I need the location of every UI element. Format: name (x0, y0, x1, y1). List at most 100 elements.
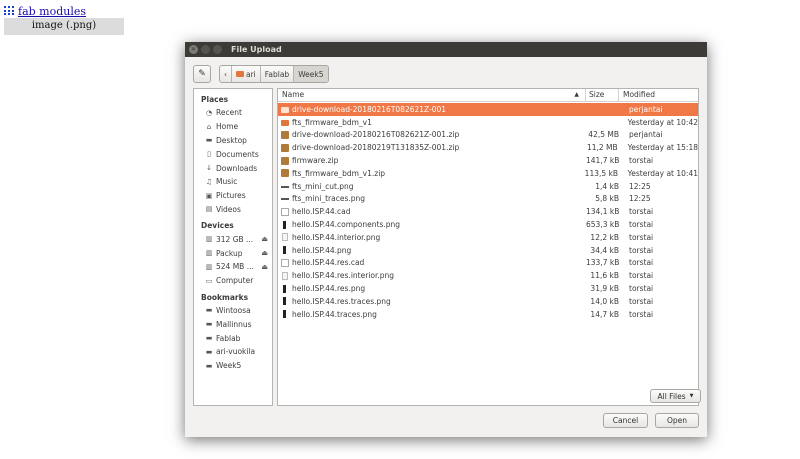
sidebar-item-label: Recent (216, 108, 242, 118)
fab-modules-link-text[interactable]: fab modules (18, 5, 86, 18)
file-row[interactable]: fts_firmware_bdm_v1.zip 113,5 kB Yesterday… (278, 167, 698, 180)
fab-modules-link[interactable]: fab modules (4, 4, 86, 18)
sidebar-item-bookmark-wintoosa[interactable]: ▬ Wintoosa (194, 304, 272, 318)
sidebar-item-videos[interactable]: ▤ Videos (194, 203, 272, 217)
sidebar-item-device-524mb[interactable]: ▥ 524 MB ... ⏏ (194, 260, 272, 274)
open-button[interactable]: Open (655, 413, 699, 428)
file-size: 12,2 kB (590, 232, 619, 242)
file-row[interactable]: fts_mini_traces.png 5,8 kB 12:25 (278, 193, 698, 206)
sidebar-item-bookmark-week5[interactable]: ▬ Week5 (194, 359, 272, 373)
file-name: hello.ISP.44.res.traces.png (292, 296, 391, 306)
sidebar-item-home[interactable]: ⌂ Home (194, 120, 272, 134)
file-row[interactable]: firmware.zip 141,7 kB torstai (278, 154, 698, 167)
file-name-cell: fts_mini_traces.png (278, 194, 586, 203)
sidebar-item-device-312gb[interactable]: ▥ 312 GB ... ⏏ (194, 232, 272, 246)
file-type-filter-label: All Files (657, 391, 686, 401)
archive-icon (281, 130, 289, 139)
file-row[interactable]: drive-download-20180219T131835Z-001.zip 1… (278, 141, 698, 154)
sidebar-item-label: ari-vuokila (216, 347, 256, 357)
file-modified: torstai (629, 309, 654, 319)
file-name: hello.ISP.44.png (292, 245, 352, 255)
sidebar-item-bookmark-fablab[interactable]: ▬ Fablab (194, 331, 272, 345)
file-size: 1,4 kB (595, 181, 619, 191)
file-row[interactable]: drive-download-20180216T082621Z-001.zip 4… (278, 129, 698, 142)
file-row[interactable]: hello.ISP.44.png 34,4 kB torstai (278, 244, 698, 257)
archive-icon (281, 156, 289, 165)
image-file-icon (283, 297, 286, 306)
file-modified: torstai (629, 258, 654, 268)
camera-icon: ▣ (205, 191, 213, 200)
file-row[interactable]: hello.ISP.44.interior.png 12,2 kB torstai (278, 231, 698, 244)
path-crumb-week5[interactable]: Week5 (294, 66, 328, 82)
sidebar-item-bookmark-ari-vuokila[interactable]: ▬ ari-vuokila (194, 345, 272, 359)
eject-icon[interactable]: ⏏ (261, 263, 268, 271)
chevron-left-icon: ‹ (224, 69, 227, 79)
file-row[interactable]: hello.ISP.44.res.traces.png 14,0 kB torsta… (278, 295, 698, 308)
sidebar-item-label: Computer (216, 276, 254, 286)
path-crumb-fablab[interactable]: Fablab (261, 66, 295, 82)
text-file-icon (281, 258, 289, 267)
path-crumb-label: Week5 (298, 69, 324, 79)
maximize-icon[interactable] (213, 45, 222, 54)
chevron-down-icon: ▼ (689, 393, 694, 399)
file-type-filter[interactable]: All Files ▼ (650, 389, 701, 403)
sidebar-item-device-packup[interactable]: ▥ Packup ⏏ (194, 246, 272, 260)
file-row[interactable]: drive-download-20180216T082621Z-001 perja… (278, 103, 698, 116)
file-row[interactable]: hello.ISP.44.components.png 653,3 kB torst… (278, 218, 698, 231)
file-row[interactable]: fts_firmware_bdm_v1 Yesterday at 10:42 (278, 116, 698, 129)
sidebar-item-label: Packup (216, 248, 243, 258)
eject-icon[interactable]: ⏏ (261, 249, 268, 257)
type-location-button[interactable]: ✎ (193, 65, 211, 83)
folder-icon (281, 106, 289, 113)
image-png-button[interactable]: image (.png) (4, 18, 124, 35)
file-row[interactable]: hello.ISP.44.cad 134,1 kB torstai (278, 205, 698, 218)
path-crumb-ari[interactable]: ari (232, 66, 261, 82)
computer-icon: ▭ (205, 276, 213, 285)
folder-icon: ▬ (205, 306, 213, 315)
cancel-button[interactable]: Cancel (603, 413, 648, 428)
file-size: 42,5 MB (588, 130, 619, 140)
column-header-size[interactable]: Size (586, 89, 619, 101)
image-file-icon (283, 220, 286, 229)
sidebar-item-recent[interactable]: ◔ Recent (194, 106, 272, 120)
file-row[interactable]: hello.ISP.44.res.interior.png 11,6 kB tors… (278, 269, 698, 282)
sidebar-item-pictures[interactable]: ▣ Pictures (194, 189, 272, 203)
file-name: hello.ISP.44.res.interior.png (292, 271, 395, 281)
file-name-cell: hello.ISP.44.interior.png (278, 233, 586, 242)
dialog-title: File Upload (231, 45, 282, 54)
file-size: 5,8 kB (595, 194, 619, 204)
home-icon: ⌂ (206, 122, 212, 131)
path-bar: ‹ ari Fablab Week5 (219, 65, 329, 83)
file-row[interactable]: hello.ISP.44.traces.png 14,7 kB torstai (278, 308, 698, 321)
sidebar-item-computer[interactable]: ▭ Computer (194, 274, 272, 288)
file-modified: torstai (629, 296, 654, 306)
minimize-icon[interactable] (201, 45, 210, 54)
file-row[interactable]: fts_mini_cut.png 1,4 kB 12:25 (278, 180, 698, 193)
column-header-label: Modified (623, 90, 656, 99)
column-header-name[interactable]: Name ▲ (278, 89, 586, 101)
file-row[interactable]: hello.ISP.44.res.png 31,9 kB torstai (278, 282, 698, 295)
location-toolbar: ✎ ‹ ari Fablab Week5 (193, 65, 329, 83)
sidebar-item-music[interactable]: ♫ Music (194, 175, 272, 189)
column-header-modified[interactable]: Modified (619, 89, 698, 101)
close-icon[interactable]: ✕ (189, 45, 198, 54)
path-back-arrow[interactable]: ‹ (220, 66, 232, 82)
file-name-cell: fts_mini_cut.png (278, 182, 586, 191)
sidebar-item-bookmark-mallinnus[interactable]: ▬ Mallinnus (194, 317, 272, 331)
sidebar-item-label: Music (216, 177, 238, 187)
file-name: fts_firmware_bdm_v1 (292, 117, 372, 127)
sidebar-item-documents[interactable]: ▯ Documents (194, 147, 272, 161)
file-name-cell: hello.ISP.44.components.png (278, 220, 586, 229)
file-name: fts_mini_traces.png (292, 194, 366, 204)
file-modified: torstai (629, 232, 654, 242)
file-name: hello.ISP.44.res.png (292, 284, 366, 294)
eject-icon[interactable]: ⏏ (261, 235, 268, 243)
file-size: 133,7 kB (586, 258, 620, 268)
file-name-cell: drive-download-20180216T082621Z-001.zip (278, 130, 586, 139)
file-name: hello.ISP.44.interior.png (292, 232, 381, 242)
sidebar-item-downloads[interactable]: ↓ Downloads (194, 161, 272, 175)
home-folder-icon (236, 71, 244, 77)
sidebar-item-desktop[interactable]: ▬ Desktop (194, 134, 272, 148)
file-row[interactable]: hello.ISP.44.res.cad 133,7 kB torstai (278, 257, 698, 270)
image-file-icon (282, 233, 288, 242)
